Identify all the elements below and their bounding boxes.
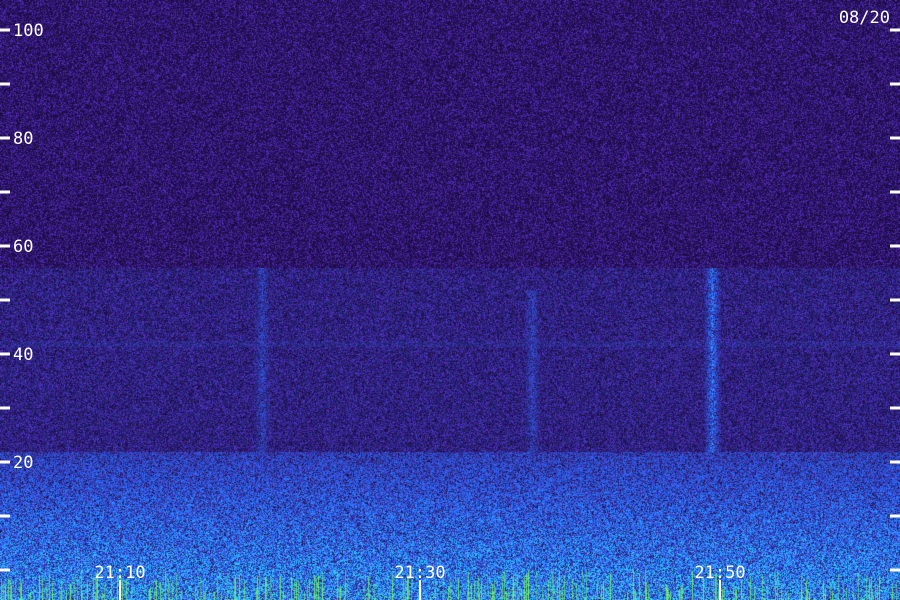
y-tick-label: 20 (13, 453, 33, 473)
y-tick-label: 40 (13, 345, 33, 365)
axis-overlay: 100 80 60 40 20 21:10 21:30 21:50 08/20 (0, 8, 900, 600)
y-tick-labels: 100 80 60 40 20 (13, 21, 44, 473)
y-ticks-left (0, 28, 10, 572)
date-label: 08/20 (839, 8, 890, 28)
y-tick-label: 60 (13, 237, 33, 257)
spectrogram-panel: 100 80 60 40 20 21:10 21:30 21:50 08/20 (0, 0, 900, 600)
y-tick-label: 100 (13, 21, 44, 41)
y-ticks-right (890, 28, 900, 572)
x-tick-labels: 21:10 21:30 21:50 (94, 563, 746, 600)
y-tick-label: 80 (13, 129, 33, 149)
